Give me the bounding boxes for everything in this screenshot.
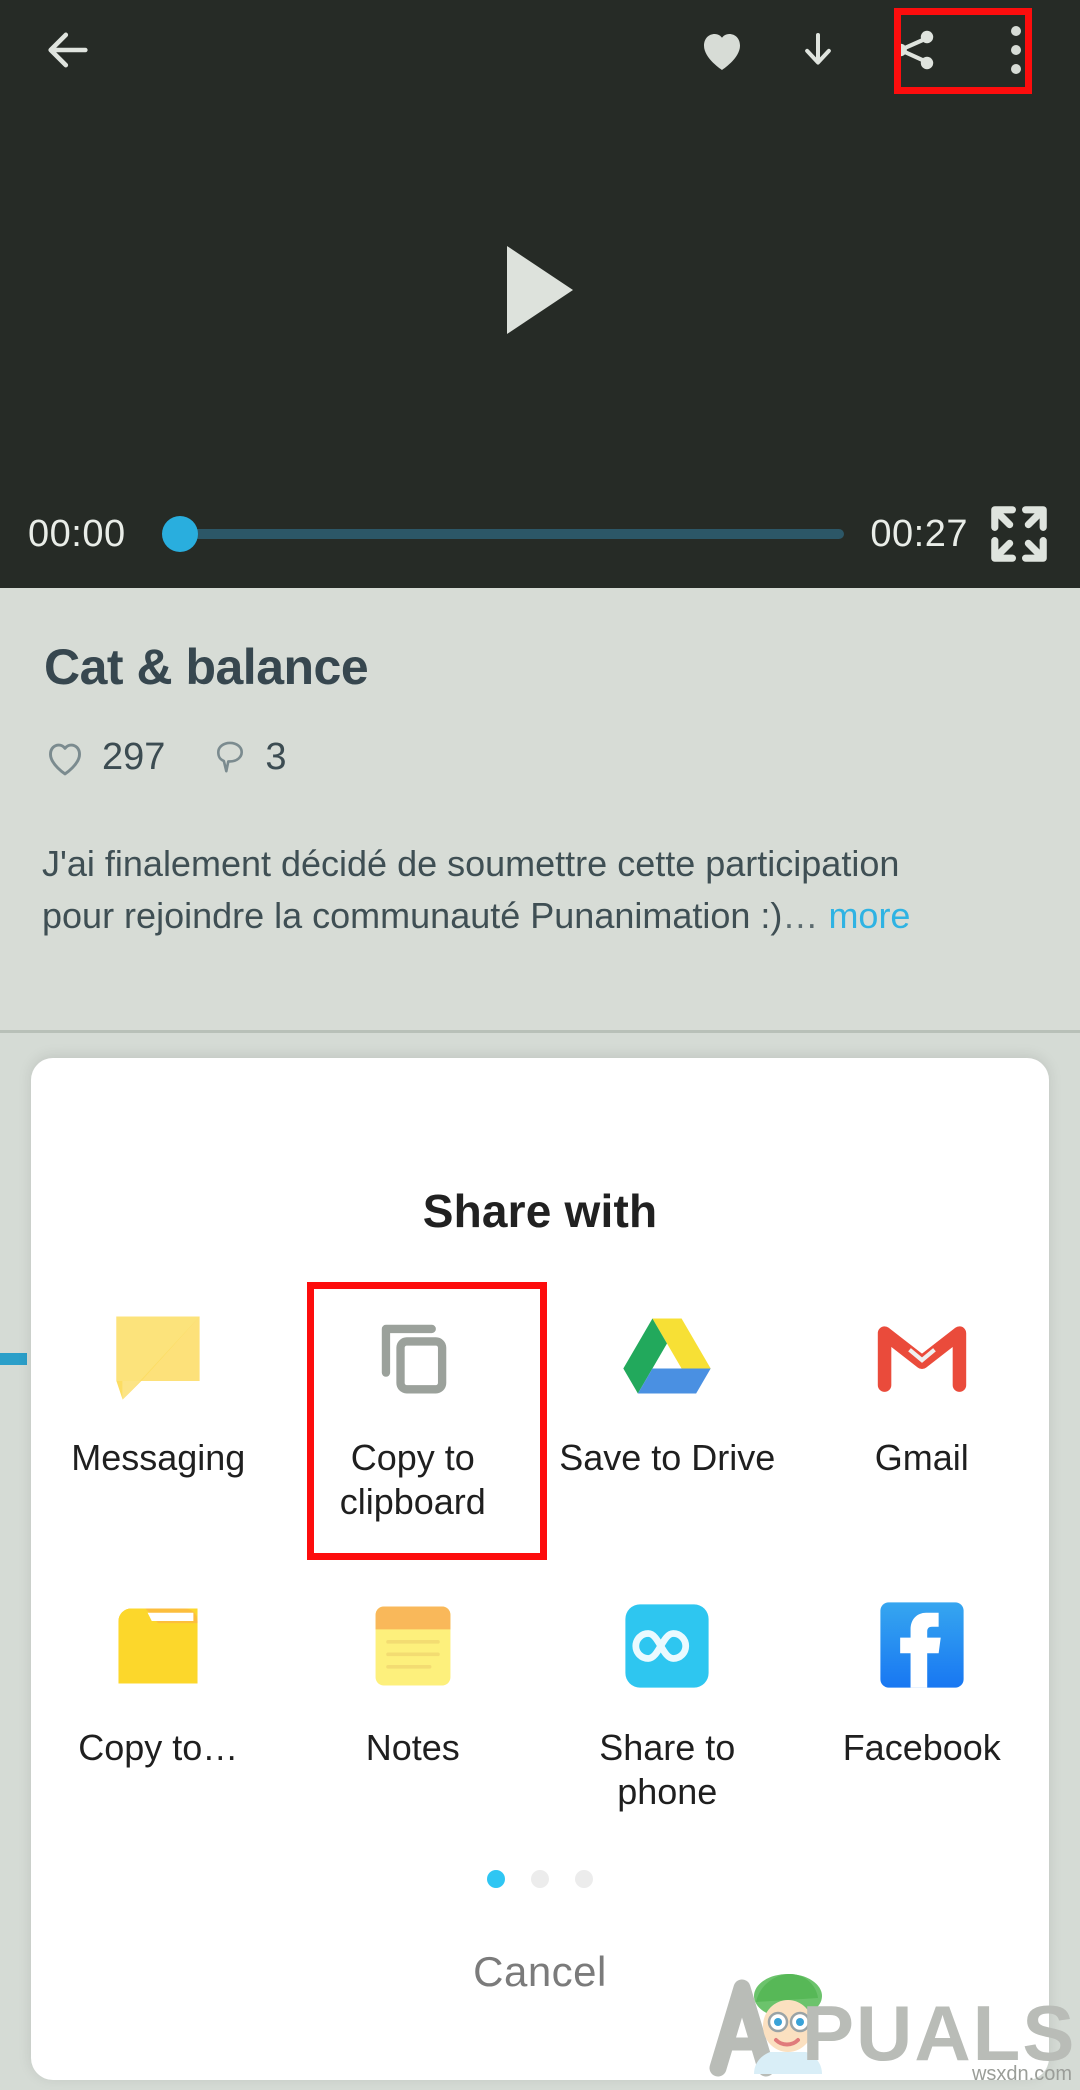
heart-outline-icon — [49, 743, 81, 775]
favorite-button[interactable] — [674, 2, 770, 98]
share-target-notes[interactable]: Notes — [286, 1580, 541, 1870]
like-count-value: 297 — [102, 736, 166, 778]
video-description: J'ai finalement décidé de soumettre cett… — [42, 838, 942, 942]
show-more-link[interactable]: more — [828, 895, 910, 936]
watermark-source: wsxdn.com — [971, 2063, 1072, 2085]
share-button[interactable] — [866, 2, 962, 98]
share-target-label: Copy to… — [78, 1727, 239, 1768]
share-target-label: Save to Drive — [559, 1437, 776, 1478]
fullscreen-button[interactable] — [986, 501, 1052, 567]
gmail-m-icon — [868, 1302, 976, 1410]
section-divider — [0, 1030, 1080, 1033]
share-sheet: Share with Messaging Copy to clipboard S… — [31, 1058, 1049, 2080]
download-button[interactable] — [770, 2, 866, 98]
share-target-label: Copy to clipboard — [339, 1437, 486, 1522]
back-arrow-icon — [48, 32, 88, 68]
description-ellipsis: … — [782, 894, 819, 936]
seek-bar[interactable] — [152, 514, 845, 554]
share-target-copy-to-clipboard[interactable]: Copy to clipboard — [286, 1290, 541, 1580]
seek-track — [179, 529, 845, 539]
messaging-bubble-icon — [104, 1302, 212, 1410]
description-text: J'ai finalement décidé de soumettre cett… — [42, 843, 900, 936]
comment-bubble-icon — [217, 741, 244, 773]
share-target-save-to-drive[interactable]: Save to Drive — [540, 1290, 795, 1580]
fullscreen-icon — [991, 506, 1047, 562]
download-arrow-icon — [805, 33, 831, 65]
heart-icon — [704, 34, 740, 70]
player-controls: 00:00 00:27 — [0, 480, 1080, 588]
video-detail-pane: Cat & balance 297 3 J'ai finalement déci… — [0, 588, 1080, 1030]
share-target-share-to-phone[interactable]: Share to phone — [540, 1580, 795, 1870]
google-drive-icon — [613, 1302, 721, 1410]
facebook-f-icon — [868, 1592, 976, 1700]
comment-count-value: 3 — [265, 736, 287, 778]
play-button[interactable] — [0, 100, 1080, 480]
share-target-label: Gmail — [874, 1437, 969, 1478]
page-dot-active[interactable] — [487, 1870, 505, 1888]
page-title: Cat & balance — [44, 639, 369, 695]
screen-root: 00:00 00:27 Cat & balance 297 3 J'ai fin… — [0, 0, 1080, 2090]
share-target-copy-to[interactable]: Copy to… — [31, 1580, 286, 1870]
overflow-menu-button[interactable] — [968, 2, 1064, 98]
notes-pad-icon — [359, 1592, 467, 1700]
seek-thumb[interactable] — [161, 516, 198, 552]
share-target-grid: Messaging Copy to clipboard Save to Driv… — [31, 1290, 1049, 1870]
engagement-stats: 297 3 — [44, 736, 287, 779]
share-target-label: Messaging — [71, 1437, 246, 1478]
share-icon — [894, 30, 934, 70]
back-button[interactable] — [20, 2, 116, 98]
copy-to-clipboard-icon — [359, 1302, 467, 1410]
yellow-folder-icon — [104, 1592, 212, 1700]
share-target-label: Notes — [365, 1727, 460, 1768]
video-player[interactable]: 00:00 00:27 — [0, 0, 1080, 588]
page-indicator[interactable] — [31, 1870, 1049, 1888]
comment-count[interactable]: 3 — [211, 736, 287, 779]
share-to-phone-infinity-icon — [613, 1592, 721, 1700]
share-target-gmail[interactable]: Gmail — [795, 1290, 1050, 1580]
share-sheet-title: Share with — [422, 1185, 658, 1237]
like-count[interactable]: 297 — [44, 736, 165, 779]
current-time-label: 00:00 — [28, 512, 126, 555]
share-target-messaging[interactable]: Messaging — [31, 1290, 286, 1580]
page-dot[interactable] — [531, 1870, 549, 1888]
share-target-label: Facebook — [842, 1727, 1001, 1768]
play-triangle-icon — [507, 246, 573, 334]
watermark: PUALS wsxdn.com — [690, 1952, 1080, 2090]
kebab-menu-icon — [1011, 26, 1021, 74]
left-edge-accent — [0, 1353, 27, 1365]
share-target-facebook[interactable]: Facebook — [795, 1580, 1050, 1870]
share-target-label: Share to phone — [599, 1727, 736, 1812]
video-app-bar — [0, 0, 1080, 100]
total-time-label: 00:27 — [870, 512, 968, 555]
page-dot[interactable] — [575, 1870, 593, 1888]
